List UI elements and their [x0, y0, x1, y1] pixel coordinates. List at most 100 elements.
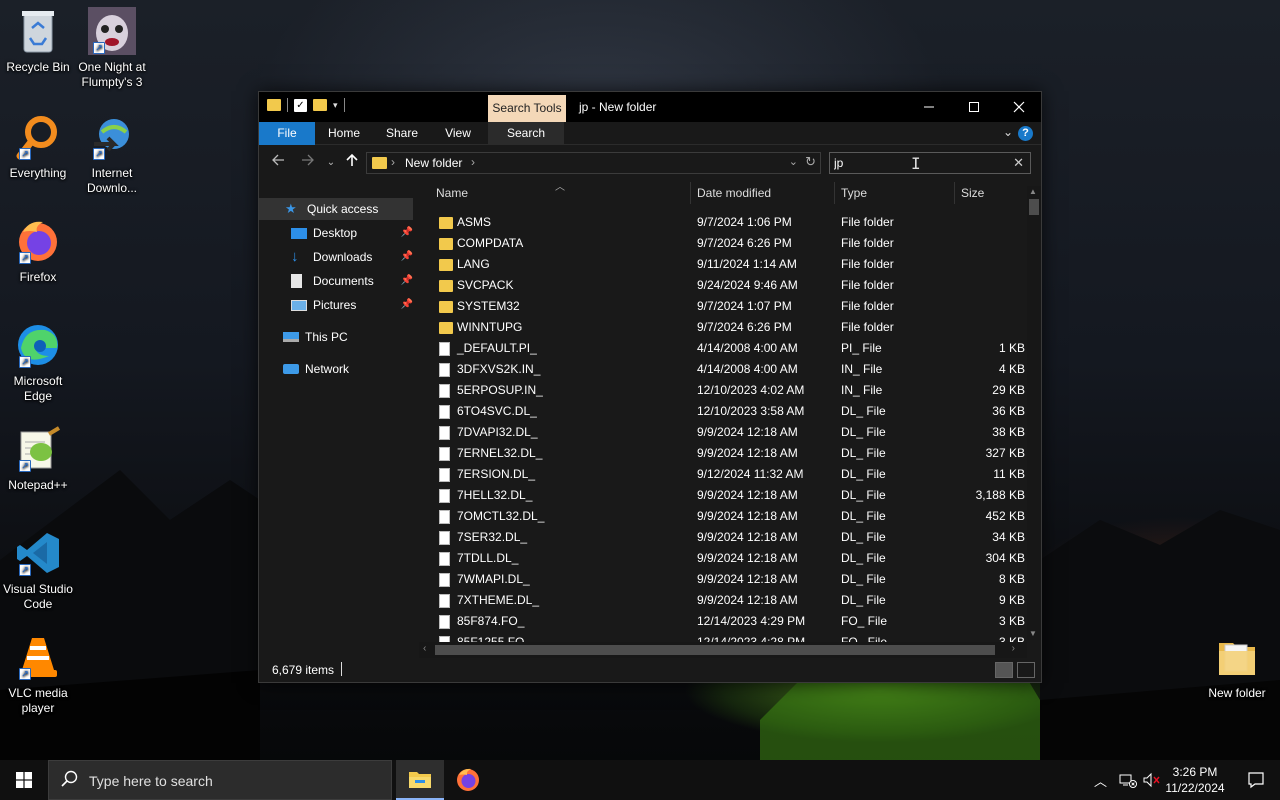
taskbar-file-explorer[interactable] [396, 760, 444, 800]
large-icons-view-button[interactable] [1017, 662, 1035, 678]
maximize-button[interactable] [951, 92, 997, 122]
desktop-icon-new-folder[interactable]: New folder [1199, 632, 1275, 701]
breadcrumb-chevron-icon[interactable]: › [391, 155, 395, 169]
desktop-icon-notepad-plus-plus[interactable]: ↗ Notepad++ [0, 424, 76, 493]
volume-muted-icon[interactable] [1143, 772, 1161, 788]
desktop-icon-vlc[interactable]: ↗ VLC media player [0, 632, 76, 716]
file-type: DL_ File [841, 425, 886, 439]
table-row[interactable]: 7ERNEL32.DL_ 9/9/2024 12:18 AM DL_ File 327… [427, 443, 1027, 464]
horizontal-scrollbar[interactable]: ‹ › [419, 642, 1027, 658]
customize-toolbar-dropdown-icon[interactable]: ▾ [333, 100, 338, 111]
table-row[interactable]: 6TO4SVC.DL_ 12/10/2023 3:58 AM DL_ File 36 … [427, 401, 1027, 422]
tab-view[interactable]: View [433, 122, 483, 145]
table-row[interactable]: ASMS 9/7/2024 1:06 PM File folder [427, 212, 1027, 233]
tab-home[interactable]: Home [319, 122, 369, 145]
scroll-down-arrow-icon[interactable]: ▼ [1029, 629, 1037, 638]
up-button[interactable] [341, 153, 363, 173]
table-row[interactable]: 7ERSION.DL_ 9/12/2024 11:32 AM DL_ File 11 … [427, 464, 1027, 485]
sidebar-item-network[interactable]: Network [259, 358, 413, 380]
desktop-icon-label: New folder [1208, 686, 1266, 700]
details-view-button[interactable] [995, 662, 1013, 678]
tab-share[interactable]: Share [375, 122, 429, 145]
file-size: 3,188 KB [975, 488, 1025, 502]
file-icon [439, 384, 450, 398]
table-row[interactable]: COMPDATA 9/7/2024 6:26 PM File folder [427, 233, 1027, 254]
clear-search-icon[interactable]: ✕ [1013, 155, 1024, 171]
scrollbar-thumb[interactable] [435, 645, 995, 655]
table-row[interactable]: WINNTUPG 9/7/2024 6:26 PM File folder [427, 317, 1027, 338]
taskbar-firefox[interactable] [444, 760, 492, 800]
desktop-icon-internet-download-manager[interactable]: ↗ Internet Downlo... [74, 112, 150, 196]
taskbar-search-box[interactable]: Type here to search [48, 760, 392, 800]
table-row[interactable]: _DEFAULT.PI_ 4/14/2008 4:00 AM PI_ File 1 K… [427, 338, 1027, 359]
table-row[interactable]: LANG 9/11/2024 1:14 AM File folder [427, 254, 1027, 275]
new-folder-icon[interactable] [313, 99, 327, 111]
table-row[interactable]: 7OMCTL32.DL_ 9/9/2024 12:18 AM DL_ File 452… [427, 506, 1027, 527]
forward-button[interactable] [297, 153, 319, 173]
vertical-scrollbar[interactable]: ▲ ▼ [1027, 186, 1041, 640]
sidebar-item-pictures[interactable]: Pictures 📌 [259, 294, 413, 316]
desktop-icon-vscode[interactable]: ↗ Visual Studio Code [0, 528, 76, 612]
file-size: 34 KB [992, 530, 1025, 544]
desktop-icon-firefox[interactable]: ↗ Firefox [0, 216, 76, 285]
breadcrumb-new-folder[interactable]: New folder [405, 156, 462, 170]
file-size: 3 KB [998, 614, 1025, 628]
scroll-left-arrow-icon[interactable]: ‹ [423, 643, 426, 654]
file-name: 7ERSION.DL_ [457, 467, 536, 481]
expand-ribbon-chevron-icon[interactable]: ⌄ [1003, 125, 1013, 139]
address-history-dropdown-icon[interactable]: ⌄ [789, 155, 798, 168]
sidebar-item-desktop[interactable]: Desktop 📌 [259, 222, 413, 244]
column-header-name[interactable]: Name [436, 186, 468, 200]
column-header-type[interactable]: Type [841, 186, 867, 200]
recent-locations-button[interactable]: ⌄ [320, 153, 342, 173]
close-button[interactable] [996, 92, 1042, 122]
properties-check-icon[interactable]: ✓ [294, 98, 307, 112]
search-box[interactable]: ✕ [829, 152, 1031, 174]
breadcrumb-chevron-icon[interactable]: › [471, 155, 475, 169]
file-name: 7SER32.DL_ [457, 530, 528, 544]
firefox-icon [457, 768, 479, 791]
scroll-up-arrow-icon[interactable]: ▲ [1029, 187, 1037, 196]
back-button[interactable] [267, 153, 289, 173]
table-row[interactable]: 85F874.FO_ 12/14/2023 4:29 PM FO_ File 3 KB [427, 611, 1027, 632]
refresh-icon[interactable]: ↻ [805, 154, 816, 170]
minimize-button[interactable] [906, 92, 952, 122]
table-row[interactable]: 3DFXVS2K.IN_ 4/14/2008 4:00 AM IN_ File 4 K… [427, 359, 1027, 380]
desktop-icon-everything[interactable]: ↗ Everything [0, 112, 76, 181]
scroll-right-arrow-icon[interactable]: › [1012, 643, 1015, 654]
table-row[interactable]: 7HELL32.DL_ 9/9/2024 12:18 AM DL_ File 3,18… [427, 485, 1027, 506]
address-bar[interactable]: › New folder › ⌄ ↻ [366, 152, 821, 174]
taskbar-clock[interactable]: 3:26 PM 11/22/2024 [1160, 764, 1230, 796]
help-icon[interactable]: ? [1018, 126, 1033, 141]
desktop-icon-edge[interactable]: ↗ Microsoft Edge [0, 320, 76, 404]
table-row[interactable]: 7TDLL.DL_ 9/9/2024 12:18 AM DL_ File 304 KB [427, 548, 1027, 569]
file-type: DL_ File [841, 509, 886, 523]
table-row[interactable]: 7SER32.DL_ 9/9/2024 12:18 AM DL_ File 34 KB [427, 527, 1027, 548]
network-disconnected-icon[interactable] [1119, 772, 1138, 788]
file-icon [439, 447, 450, 461]
start-button[interactable] [0, 760, 48, 800]
notification-center-button[interactable] [1232, 760, 1280, 800]
sidebar-item-quick-access[interactable]: ★ Quick access [259, 198, 413, 220]
sidebar-item-this-pc[interactable]: This PC [259, 326, 413, 348]
table-row[interactable]: 7DVAPI32.DL_ 9/9/2024 12:18 AM DL_ File 38 … [427, 422, 1027, 443]
tab-search[interactable]: Search [488, 122, 564, 145]
table-row[interactable]: SVCPACK 9/24/2024 9:46 AM File folder [427, 275, 1027, 296]
table-row[interactable]: SYSTEM32 9/7/2024 1:07 PM File folder [427, 296, 1027, 317]
file-icon [439, 552, 450, 566]
desktop-icon-recycle-bin[interactable]: Recycle Bin [0, 6, 76, 75]
column-header-date-modified[interactable]: Date modified [697, 186, 771, 200]
scrollbar-thumb[interactable] [1029, 199, 1039, 215]
date-modified: 9/9/2024 12:18 AM [697, 509, 798, 523]
window-title: jp - New folder [579, 100, 657, 114]
sidebar-item-documents[interactable]: Documents 📌 [259, 270, 413, 292]
date-modified: 12/14/2023 4:29 PM [697, 614, 806, 628]
desktop-icon-flumpty[interactable]: ↗ One Night at Flumpty's 3 [74, 6, 150, 90]
column-header-size[interactable]: Size [961, 186, 984, 200]
table-row[interactable]: 7XTHEME.DL_ 9/9/2024 12:18 AM DL_ File 9 KB [427, 590, 1027, 611]
show-hidden-icons-chevron-icon[interactable]: ︿ [1094, 771, 1107, 790]
tab-file[interactable]: File [259, 122, 315, 145]
table-row[interactable]: 7WMAPI.DL_ 9/9/2024 12:18 AM DL_ File 8 KB [427, 569, 1027, 590]
sidebar-item-downloads[interactable]: ↓ Downloads 📌 [259, 246, 413, 268]
table-row[interactable]: 5ERPOSUP.IN_ 12/10/2023 4:02 AM IN_ File 29… [427, 380, 1027, 401]
